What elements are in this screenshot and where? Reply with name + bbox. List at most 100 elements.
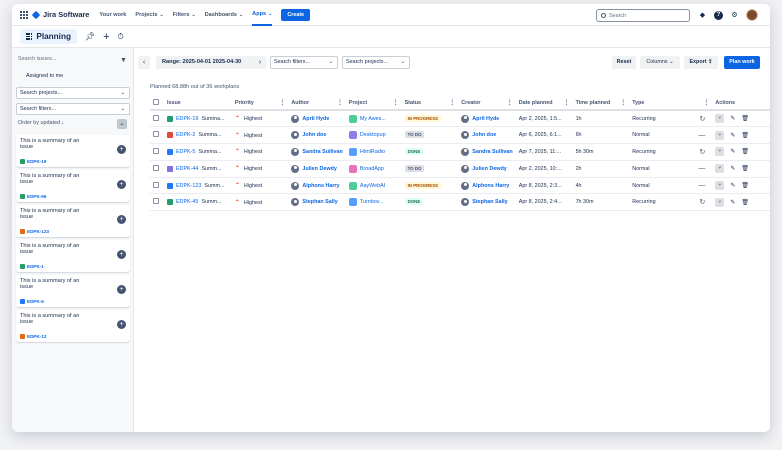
planning-title-button[interactable]: Planning — [20, 29, 77, 44]
split-icon[interactable]: ⑂ — [715, 164, 725, 174]
filter-select[interactable]: Search filters... ⌄ — [16, 103, 130, 115]
filter-select[interactable]: Search filters... ⌄ — [270, 56, 338, 69]
date-range-picker[interactable]: Range: 2025-04-01 2025-04-30 — [156, 56, 264, 69]
project-link[interactable]: AayWebAI — [348, 181, 399, 190]
row-checkbox[interactable] — [153, 164, 159, 171]
reset-button[interactable]: Reset — [612, 56, 636, 69]
creator-link[interactable]: Sandra Sullivan — [461, 147, 513, 156]
order-by-button[interactable]: Order by updated ↓ — [18, 120, 64, 126]
trash-icon[interactable]: 🗑︎ — [741, 148, 749, 155]
author-link[interactable]: April Hyde — [291, 114, 342, 123]
creator-link[interactable]: Stephan Sally — [461, 198, 512, 207]
edit-icon[interactable]: ✎ — [730, 148, 735, 155]
trash-icon[interactable]: 🗑︎ — [741, 115, 749, 122]
issue-card[interactable]: This is a summary of an issue EDPK-5 + — [16, 275, 130, 307]
row-checkbox[interactable] — [153, 131, 159, 138]
project-select[interactable]: Search projects... ⌄ — [16, 87, 130, 99]
more-icon[interactable]: ⋮ — [449, 99, 455, 106]
more-icon[interactable]: ⋮ — [620, 99, 626, 106]
col-project[interactable]: Project ⋮ — [345, 96, 402, 111]
plus-icon[interactable]: + — [103, 31, 109, 43]
edit-icon[interactable]: ✎ — [730, 182, 735, 189]
add-to-plan-button[interactable]: + — [117, 145, 126, 154]
split-icon[interactable]: ⑂ — [715, 147, 725, 157]
more-icon[interactable]: ⋮ — [337, 99, 343, 106]
table-row[interactable]: EDPK-19 Summa... ⌃ Highest April Hyde My Awe… — [150, 110, 770, 128]
creator-link[interactable]: April Hyde — [461, 114, 512, 123]
issue-card[interactable]: This is a summary of an issue EDPK-19 + — [16, 135, 130, 167]
issue-link[interactable]: EDPK-5 Summa... — [166, 148, 229, 155]
col-creator[interactable]: Creator ⋮ — [458, 96, 516, 111]
app-switcher-icon[interactable] — [20, 10, 28, 19]
issue-link[interactable]: EDPK-2 Summa... — [166, 132, 229, 139]
project-link[interactable]: BroadApp — [348, 164, 399, 173]
col-issue[interactable]: Issue — [163, 96, 232, 111]
edit-icon[interactable]: ✎ — [730, 199, 735, 206]
author-link[interactable]: John doe — [291, 131, 342, 140]
split-icon[interactable]: ⑂ — [715, 197, 725, 207]
project-link[interactable]: My Awes... — [348, 114, 399, 123]
issue-card[interactable]: This is a summary of an issue EDPK-123 + — [16, 205, 130, 237]
project-link[interactable]: Turnbov... — [348, 198, 399, 207]
nav-dashboards[interactable]: Dashboards ⌄ — [205, 4, 244, 26]
edit-icon[interactable]: ✎ — [730, 115, 735, 122]
author-link[interactable]: Julien Dewdy — [291, 164, 342, 173]
add-to-plan-button[interactable]: + — [117, 180, 126, 189]
row-checkbox[interactable] — [153, 114, 159, 121]
avatar[interactable] — [746, 9, 758, 21]
nav-your-work[interactable]: Your work — [99, 4, 126, 26]
col-time-planned[interactable]: Time planned ⋮ — [572, 96, 630, 111]
row-checkbox[interactable] — [153, 198, 159, 205]
issue-search-input[interactable]: Search issues... — [18, 56, 56, 62]
more-icon[interactable]: ⋮ — [507, 99, 513, 106]
help-icon[interactable]: ? — [714, 10, 723, 20]
columns-button[interactable]: Columns ⌄ — [640, 56, 680, 69]
col-date-planned[interactable]: Date planned ⋮ — [515, 96, 573, 111]
trash-icon[interactable]: 🗑︎ — [741, 132, 749, 139]
nav-apps[interactable]: Apps ⌄ — [252, 4, 273, 26]
col-type[interactable]: Type ⋮ — [629, 96, 713, 111]
create-button[interactable]: Create — [281, 8, 311, 21]
more-icon[interactable]: ⋮ — [703, 99, 709, 106]
row-checkbox[interactable] — [153, 181, 159, 188]
add-to-plan-button[interactable]: + — [117, 285, 126, 294]
creator-link[interactable]: John doe — [461, 131, 512, 140]
more-icon[interactable]: ⋮ — [393, 99, 399, 106]
author-link[interactable]: Alphons Harry — [291, 181, 342, 190]
trash-icon[interactable]: 🗑︎ — [741, 165, 749, 172]
col-status[interactable]: Status ⋮ — [401, 96, 459, 111]
project-select[interactable]: Search projects... ⌄ — [342, 56, 410, 69]
gear-icon[interactable]: ⚙ — [730, 11, 739, 20]
issue-card[interactable]: This is a summary of an issue EDPK-96 + — [16, 170, 130, 202]
author-link[interactable]: Sandra Sullivan — [291, 147, 343, 156]
add-to-plan-button[interactable]: + — [117, 250, 126, 259]
filter-icon[interactable]: ▼ — [120, 57, 127, 64]
add-to-plan-button[interactable]: + — [117, 215, 126, 224]
select-all-checkbox[interactable] — [153, 98, 159, 105]
table-row[interactable]: EDPK-45 Summ... ⌃ Highest Stephan Sally Turn… — [150, 193, 770, 212]
order-direction-button[interactable]: ⌄ — [117, 119, 127, 129]
add-to-plan-button[interactable]: + — [117, 320, 126, 329]
issue-link[interactable]: EDPK-44 Summ... — [166, 165, 229, 172]
timer-icon[interactable]: ⏱︎ — [118, 32, 124, 42]
issue-link[interactable]: EDPK-19 Summa... — [166, 115, 229, 122]
project-link[interactable]: HtmlRadio — [348, 147, 399, 156]
issue-link[interactable]: EDPK-45 Summ... — [166, 199, 229, 206]
edit-icon[interactable]: ✎ — [730, 165, 735, 172]
jira-logo[interactable]: Jira Software — [31, 10, 89, 19]
table-row[interactable]: EDPK-2 Summa... ⌃ Highest John doe Desktopup… — [150, 126, 770, 145]
col-priority[interactable]: Priority ⋮ — [231, 96, 289, 111]
issue-card[interactable]: This is a summary of an issue EDPK-1 + — [16, 240, 130, 272]
split-icon[interactable]: ⑂ — [715, 114, 725, 124]
creator-link[interactable]: Julien Dewdy — [461, 164, 512, 173]
split-icon[interactable]: ⑂ — [715, 130, 725, 140]
nav-filters[interactable]: Filters ⌄ — [173, 4, 196, 26]
table-row[interactable]: EDPK-44 Summ... ⌃ Highest Julien Dewdy Broad… — [150, 160, 770, 178]
edit-icon[interactable]: ✎ — [730, 132, 735, 139]
table-row[interactable]: EDPK-123 Summ... ⌃ Highest Alphons Harry Aay… — [150, 177, 770, 195]
pin-icon[interactable]: 📌︎ — [85, 32, 95, 41]
creator-link[interactable]: Alphons Harry — [461, 181, 512, 190]
issue-link[interactable]: EDPK-123 Summ... — [166, 182, 229, 189]
global-search-input[interactable]: Search — [596, 9, 690, 22]
more-icon[interactable]: ⋮ — [564, 99, 570, 106]
